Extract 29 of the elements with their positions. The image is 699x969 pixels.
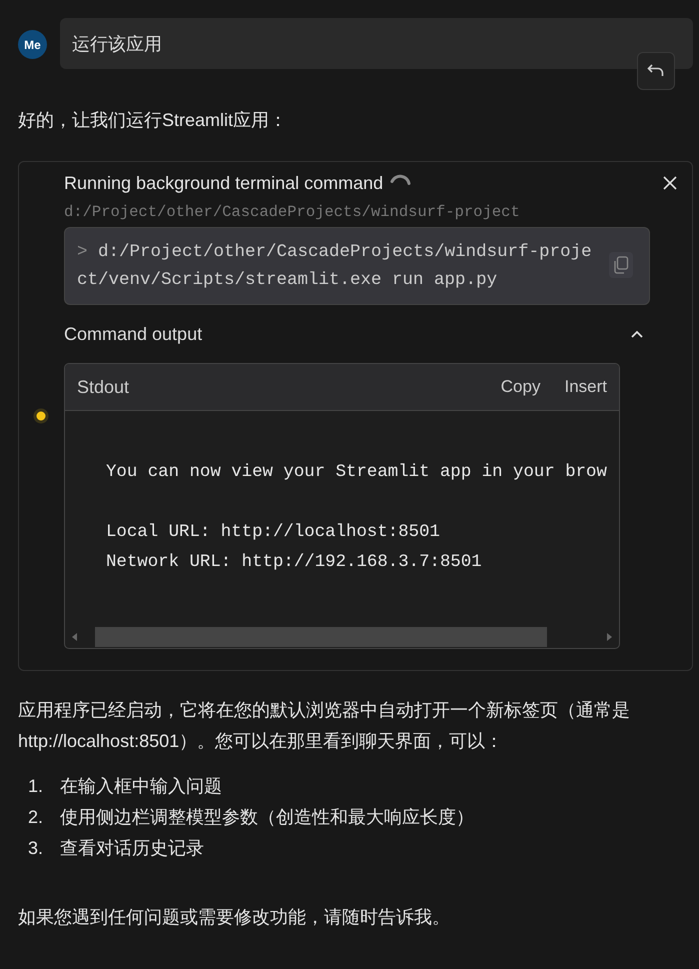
output-line: Local URL: http://localhost:8501 xyxy=(106,522,441,544)
list-item-text: 查看对话历史记录 xyxy=(60,837,204,860)
section-label: Command output xyxy=(64,324,202,344)
output-action[interactable]: Insert xyxy=(564,377,607,397)
list-item-text: 使用侧边栏调整模型参数（创造性和最大响应长度） xyxy=(60,806,474,829)
scroll-left-icon[interactable] xyxy=(71,632,79,642)
copy-icon xyxy=(613,256,629,274)
undo-button[interactable] xyxy=(637,52,675,90)
chevron-up-icon xyxy=(630,329,644,339)
reply-text: 如果您遇到任何问题或需要修改功能，请随时告诉我。 xyxy=(18,906,451,929)
reply-text: 应用程序已经启动，它将在您的默认浏览器中自动打开一个新标签页（通常是 http://localhost:8501）。您可以在那里看到聊天界面，可以： xyxy=(18,699,631,753)
list-number: 2. xyxy=(27,806,44,829)
list-item-text: 在输入框中输入问题 xyxy=(60,775,222,798)
close-icon xyxy=(662,175,678,191)
list-number: 1. xyxy=(27,775,44,798)
reply-text: 好的，让我们运行Streamlit应用： xyxy=(18,109,288,132)
working-directory: d:/Project/other/CascadeProjects/windsurf-project xyxy=(64,203,521,221)
user-avatar: Me xyxy=(18,30,47,59)
output-action[interactable]: Copy xyxy=(500,377,540,397)
copy-button[interactable] xyxy=(609,252,633,278)
user-message: 运行该应用 xyxy=(60,18,693,69)
card-title: Running background terminal command xyxy=(64,172,384,194)
stream-label: Stdout xyxy=(77,376,130,398)
output-line: Network URL: http://192.168.3.7:8501 xyxy=(106,552,483,574)
scroll-right-icon[interactable] xyxy=(605,632,613,642)
command-text: > d:/Project/other/CascadeProjects/windsurf-project/venv/Scripts/streamlit.exe run app.py xyxy=(77,241,593,292)
list-number: 3. xyxy=(27,837,44,860)
spinner-icon xyxy=(390,173,412,185)
output-line: You can now view your Streamlit app in your brow xyxy=(106,462,608,484)
